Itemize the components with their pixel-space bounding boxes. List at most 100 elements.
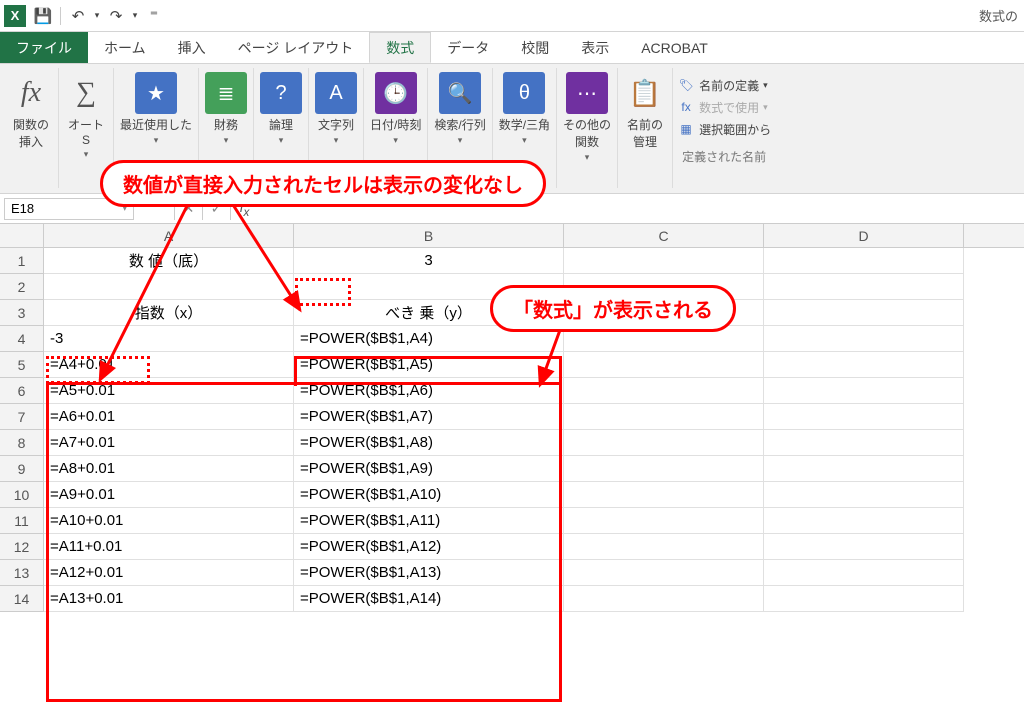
autosum-button[interactable]: ∑ オート S ▾ (59, 68, 114, 188)
cell-A11[interactable]: =A10+0.01 (44, 508, 294, 534)
row-header[interactable]: 1 (0, 248, 44, 274)
tab-page-layout[interactable]: ページ レイアウト (222, 32, 370, 63)
text-button[interactable]: A 文字列 ▾ (309, 68, 364, 188)
cell-A7[interactable]: =A6+0.01 (44, 404, 294, 430)
cell-B14[interactable]: =POWER($B$1,A14) (294, 586, 564, 612)
undo-icon[interactable]: ↶ (65, 3, 91, 29)
cell-D8[interactable] (764, 430, 964, 456)
lookup-button[interactable]: 🔍 検索/行列 ▾ (428, 68, 492, 188)
cell-D9[interactable] (764, 456, 964, 482)
cell-D3[interactable] (764, 300, 964, 326)
create-from-selection-button[interactable]: ▦選択範囲から (677, 118, 771, 140)
cell-D14[interactable] (764, 586, 964, 612)
row-header[interactable]: 7 (0, 404, 44, 430)
cell-A12[interactable]: =A11+0.01 (44, 534, 294, 560)
cell-C7[interactable] (564, 404, 764, 430)
cancel-formula-icon[interactable]: ✕ (174, 198, 202, 220)
name-box[interactable]: E18 ▾ (4, 198, 134, 220)
cell-B4[interactable]: =POWER($B$1,A4) (294, 326, 564, 352)
row-header[interactable]: 9 (0, 456, 44, 482)
cell-D6[interactable] (764, 378, 964, 404)
save-icon[interactable]: 💾 (30, 3, 56, 29)
cell-C8[interactable] (564, 430, 764, 456)
redo-icon[interactable]: ↷ (103, 3, 129, 29)
col-header-D[interactable]: D (764, 224, 964, 247)
use-in-formula-button[interactable]: fx数式で使用▾ (677, 96, 771, 118)
spreadsheet-grid[interactable]: A B C D 1数 値（底）323指数（x）べき 乗（y）4-3=POWER(… (0, 224, 1024, 612)
cell-A8[interactable]: =A7+0.01 (44, 430, 294, 456)
cell-A3[interactable]: 指数（x） (44, 300, 294, 326)
row-header[interactable]: 3 (0, 300, 44, 326)
recently-used-button[interactable]: ★ 最近使用した ▾ (114, 68, 199, 188)
cell-B2[interactable] (294, 274, 564, 300)
cell-D5[interactable] (764, 352, 964, 378)
tab-file[interactable]: ファイル (0, 32, 88, 63)
cell-A14[interactable]: =A13+0.01 (44, 586, 294, 612)
col-header-B[interactable]: B (294, 224, 564, 247)
name-manager-button[interactable]: 📋 名前の 管理 (618, 68, 673, 188)
cell-C13[interactable] (564, 560, 764, 586)
cell-A9[interactable]: =A8+0.01 (44, 456, 294, 482)
cell-B13[interactable]: =POWER($B$1,A13) (294, 560, 564, 586)
cell-C6[interactable] (564, 378, 764, 404)
cell-C4[interactable] (564, 326, 764, 352)
math-button[interactable]: θ 数学/三角 ▾ (493, 68, 557, 188)
cell-C11[interactable] (564, 508, 764, 534)
cell-D7[interactable] (764, 404, 964, 430)
insert-function-button[interactable]: fx 関数の 挿入 (4, 68, 59, 188)
cell-B6[interactable]: =POWER($B$1,A6) (294, 378, 564, 404)
cell-D10[interactable] (764, 482, 964, 508)
cell-C12[interactable] (564, 534, 764, 560)
cell-C1[interactable] (564, 248, 764, 274)
redo-dropdown-icon[interactable]: ▾ (129, 3, 141, 29)
cell-C5[interactable] (564, 352, 764, 378)
define-name-button[interactable]: 🏷名前の定義▾ (677, 74, 771, 96)
cell-C10[interactable] (564, 482, 764, 508)
row-header[interactable]: 8 (0, 430, 44, 456)
cell-B3[interactable]: べき 乗（y） (294, 300, 564, 326)
cell-B9[interactable]: =POWER($B$1,A9) (294, 456, 564, 482)
cell-D4[interactable] (764, 326, 964, 352)
cell-C14[interactable] (564, 586, 764, 612)
cell-A13[interactable]: =A12+0.01 (44, 560, 294, 586)
cell-A1[interactable]: 数 値（底） (44, 248, 294, 274)
row-header[interactable]: 4 (0, 326, 44, 352)
tab-formulas[interactable]: 数式 (369, 32, 431, 63)
cell-B1[interactable]: 3 (294, 248, 564, 274)
row-header[interactable]: 2 (0, 274, 44, 300)
undo-dropdown-icon[interactable]: ▾ (91, 3, 103, 29)
cell-D12[interactable] (764, 534, 964, 560)
cell-C2[interactable] (564, 274, 764, 300)
tab-acrobat[interactable]: ACROBAT (625, 32, 724, 63)
row-header[interactable]: 10 (0, 482, 44, 508)
select-all-corner[interactable] (0, 224, 44, 248)
cell-B11[interactable]: =POWER($B$1,A11) (294, 508, 564, 534)
cell-A2[interactable] (44, 274, 294, 300)
other-functions-button[interactable]: ⋯ その他の 関数 ▾ (557, 68, 618, 188)
row-header[interactable]: 14 (0, 586, 44, 612)
cell-A10[interactable]: =A9+0.01 (44, 482, 294, 508)
row-header[interactable]: 5 (0, 352, 44, 378)
tab-review[interactable]: 校閲 (505, 32, 565, 63)
row-header[interactable]: 11 (0, 508, 44, 534)
cell-B10[interactable]: =POWER($B$1,A10) (294, 482, 564, 508)
cell-A6[interactable]: =A5+0.01 (44, 378, 294, 404)
tab-data[interactable]: データ (431, 32, 505, 63)
cell-B8[interactable]: =POWER($B$1,A8) (294, 430, 564, 456)
row-header[interactable]: 6 (0, 378, 44, 404)
cell-C3[interactable] (564, 300, 764, 326)
insert-function-icon[interactable]: fx (230, 198, 258, 220)
formula-input[interactable] (264, 199, 764, 219)
cell-B5[interactable]: =POWER($B$1,A5) (294, 352, 564, 378)
cell-A4[interactable]: -3 (44, 326, 294, 352)
logical-button[interactable]: ? 論理 ▾ (254, 68, 309, 188)
financial-button[interactable]: ≣ 財務 ▾ (199, 68, 254, 188)
col-header-C[interactable]: C (564, 224, 764, 247)
cell-D2[interactable] (764, 274, 964, 300)
col-header-A[interactable]: A (44, 224, 294, 247)
datetime-button[interactable]: 🕒 日付/時刻 ▾ (364, 68, 428, 188)
cell-B12[interactable]: =POWER($B$1,A12) (294, 534, 564, 560)
row-header[interactable]: 13 (0, 560, 44, 586)
cell-D13[interactable] (764, 560, 964, 586)
tab-view[interactable]: 表示 (565, 32, 625, 63)
